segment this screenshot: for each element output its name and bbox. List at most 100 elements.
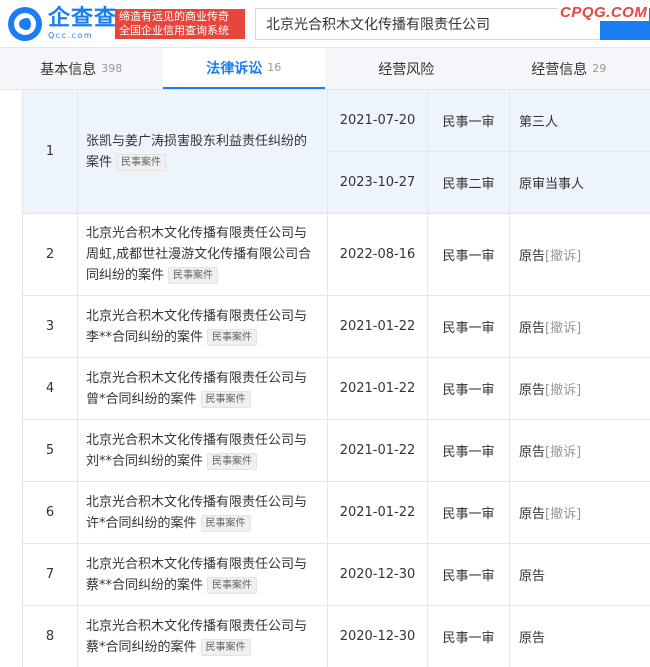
withdraw-status: [撤诉] xyxy=(545,507,582,522)
case-role: 原告 [撤诉] xyxy=(510,358,650,419)
case-date: 2023-10-27 xyxy=(328,152,428,213)
table-row[interactable]: 2 北京光合积木文化传播有限责任公司与周虹,成都世社漫游文化传播有限公司合同纠纷… xyxy=(23,214,650,296)
case-type-tag: 民事案件 xyxy=(168,267,219,284)
tab-label: 经营信息 xyxy=(531,61,588,78)
case-date: 2021-01-22 xyxy=(328,482,428,543)
litigation-table: 1 张凯与姜广涛损害股东利益责任纠纷的案件 民事案件 2021-07-20 民事一… xyxy=(22,90,650,667)
tab-label: 基本信息 xyxy=(40,61,97,78)
case-date: 2021-01-22 xyxy=(328,358,428,419)
case-title-link[interactable]: 北京光合积木文化传播有限责任公司与蔡**合同纠纷的案件 xyxy=(86,557,307,593)
qcc-logo-icon xyxy=(8,7,42,41)
table-row[interactable]: 3 北京光合积木文化传播有限责任公司与李**合同纠纷的案件 民事案件 2021-0… xyxy=(23,296,650,358)
table-row[interactable]: 8 北京光合积木文化传播有限责任公司与蔡*合同纠纷的案件 民事案件 2020-12… xyxy=(23,606,650,667)
tab-count: 398 xyxy=(101,62,123,75)
role-label: 原告 xyxy=(519,321,546,336)
row-number: 7 xyxy=(23,544,78,605)
case-role: 原告 [撤诉] xyxy=(510,214,650,295)
case-title-link[interactable]: 北京光合积木文化传播有限责任公司与曾*合同纠纷的案件 xyxy=(86,371,307,407)
case-type-tag: 民事案件 xyxy=(207,452,258,470)
tab-count: 29 xyxy=(592,62,607,75)
table-row[interactable]: 7 北京光合积木文化传播有限责任公司与蔡**合同纠纷的案件 民事案件 2020-1… xyxy=(23,544,650,606)
row-number: 3 xyxy=(23,296,78,357)
row-number: 2 xyxy=(23,214,78,295)
case-title-link[interactable]: 北京光合积木文化传播有限责任公司与许*合同纠纷的案件 xyxy=(86,495,307,531)
case-type-tag: 民事案件 xyxy=(200,638,251,656)
qcc-logo[interactable]: 企查查 Qcc.com xyxy=(8,6,117,42)
row-number: 5 xyxy=(23,420,78,481)
tab-label: 经营风险 xyxy=(378,61,435,78)
case-trial-type: 民事一审 xyxy=(428,90,510,151)
logo-domain: Qcc.com xyxy=(48,31,94,40)
case-title-link[interactable]: 北京光合积木文化传播有限责任公司与蔡*合同纠纷的案件 xyxy=(86,619,307,655)
case-trial-type: 民事一审 xyxy=(428,214,510,295)
case-trial-type: 民事一审 xyxy=(428,358,510,419)
role-label: 第三人 xyxy=(519,115,559,130)
tab-count: 16 xyxy=(267,61,282,74)
tab-basic-info[interactable]: 基本信息 398 xyxy=(0,48,163,89)
top-header: 企查查 Qcc.com 缔造有远见的商业传奇 全国企业信用查询系统 CPQG.C… xyxy=(0,0,650,48)
withdraw-status: [撤诉] xyxy=(545,445,582,460)
case-type-tag: 民事案件 xyxy=(207,328,258,346)
case-date: 2021-01-22 xyxy=(328,420,428,481)
case-type-tag: 民事案件 xyxy=(200,514,251,532)
case-title-cell: 北京光合积木文化传播有限责任公司与许*合同纠纷的案件 民事案件 xyxy=(78,482,328,543)
case-trial-type: 民事一审 xyxy=(428,606,510,667)
case-title-cell: 北京光合积木文化传播有限责任公司与蔡**合同纠纷的案件 民事案件 xyxy=(78,544,328,605)
withdraw-status: [撤诉] xyxy=(545,321,582,336)
table-row[interactable]: 4 北京光合积木文化传播有限责任公司与曾*合同纠纷的案件 民事案件 2021-01… xyxy=(23,358,650,420)
watermark-text: CPQG.COM xyxy=(558,4,650,21)
case-type-tag: 民事案件 xyxy=(116,153,167,171)
case-title-cell: 北京光合积木文化传播有限责任公司与蔡*合同纠纷的案件 民事案件 xyxy=(78,606,328,667)
role-label: 原告 xyxy=(519,631,546,646)
withdraw-status: [撤诉] xyxy=(545,249,582,264)
row-number: 1 xyxy=(23,90,78,213)
case-title-cell: 北京光合积木文化传播有限责任公司与刘**合同纠纷的案件 民事案件 xyxy=(78,420,328,481)
case-title-cell: 北京光合积木文化传播有限责任公司与曾*合同纠纷的案件 民事案件 xyxy=(78,358,328,419)
case-date: 2020-12-30 xyxy=(328,606,428,667)
case-title-link[interactable]: 北京光合积木文化传播有限责任公司与刘**合同纠纷的案件 xyxy=(86,433,307,469)
table-row[interactable]: 1 张凯与姜广涛损害股东利益责任纠纷的案件 民事案件 2021-07-20 民事一… xyxy=(23,90,650,214)
case-trial-type: 民事二审 xyxy=(428,152,510,213)
role-label: 原告 xyxy=(519,507,546,522)
case-role: 原告 xyxy=(510,544,650,605)
case-role: 原审当事人 xyxy=(510,152,650,213)
row-number: 6 xyxy=(23,482,78,543)
case-trial-type: 民事一审 xyxy=(428,482,510,543)
case-date: 2021-01-22 xyxy=(328,296,428,357)
section-tabs: 基本信息 398 法律诉讼 16 经营风险 经营信息 29 xyxy=(0,48,650,90)
row-number: 8 xyxy=(23,606,78,667)
case-role: 原告 xyxy=(510,606,650,667)
case-trial-type: 民事一审 xyxy=(428,420,510,481)
withdraw-status: [撤诉] xyxy=(545,383,582,398)
tab-operating-risk[interactable]: 经营风险 xyxy=(325,48,488,89)
slogan-line-2: 全国企业信用查询系统 xyxy=(119,24,229,37)
case-title-cell: 张凯与姜广涛损害股东利益责任纠纷的案件 民事案件 xyxy=(78,90,328,213)
case-trial-type: 民事一审 xyxy=(428,296,510,357)
tab-label: 法律诉讼 xyxy=(206,60,263,77)
case-title-cell: 北京光合积木文化传播有限责任公司与李**合同纠纷的案件 民事案件 xyxy=(78,296,328,357)
role-label: 原告 xyxy=(519,445,546,460)
case-title-cell: 北京光合积木文化传播有限责任公司与周虹,成都世社漫游文化传播有限公司合同纠纷的案… xyxy=(78,214,328,295)
case-date: 2020-12-30 xyxy=(328,544,428,605)
case-role: 第三人 xyxy=(510,90,650,151)
slogan-banner: 缔造有远见的商业传奇 全国企业信用查询系统 xyxy=(115,9,245,39)
case-role: 原告 [撤诉] xyxy=(510,420,650,481)
case-role: 原告 [撤诉] xyxy=(510,482,650,543)
case-title-link[interactable]: 北京光合积木文化传播有限责任公司与李**合同纠纷的案件 xyxy=(86,309,307,345)
case-trial-type: 民事一审 xyxy=(428,544,510,605)
tab-business-info[interactable]: 经营信息 29 xyxy=(488,48,650,89)
role-label: 原告 xyxy=(519,249,546,264)
company-search-input[interactable] xyxy=(255,8,600,40)
logo-text: 企查查 Qcc.com xyxy=(48,7,117,41)
case-type-tag: 民事案件 xyxy=(200,390,251,408)
table-row[interactable]: 5 北京光合积木文化传播有限责任公司与刘**合同纠纷的案件 民事案件 2021-0… xyxy=(23,420,650,482)
row-number: 4 xyxy=(23,358,78,419)
case-type-tag: 民事案件 xyxy=(207,576,258,594)
table-row[interactable]: 6 北京光合积木文化传播有限责任公司与许*合同纠纷的案件 民事案件 2021-01… xyxy=(23,482,650,544)
role-label: 原审当事人 xyxy=(519,177,585,192)
slogan-line-1: 缔造有远见的商业传奇 xyxy=(119,10,229,23)
case-date: 2021-07-20 xyxy=(328,90,428,151)
logo-name: 企查查 xyxy=(48,6,118,31)
tab-legal-litigation[interactable]: 法律诉讼 16 xyxy=(162,48,325,89)
role-label: 原告 xyxy=(519,383,546,398)
